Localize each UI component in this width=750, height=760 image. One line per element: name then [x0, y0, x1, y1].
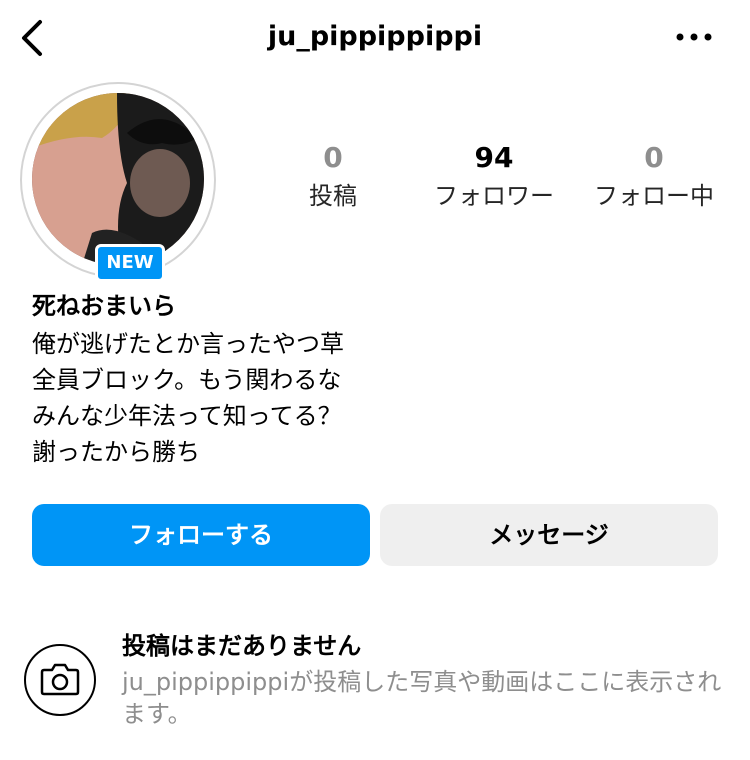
- bio-line: 全員ブロック。もう関わるな: [32, 366, 342, 394]
- stat-posts[interactable]: 0 投稿: [248, 140, 418, 212]
- stat-followers-label: フォロワー: [434, 182, 554, 210]
- stat-following-value: 0: [644, 141, 664, 174]
- camera-circle: [24, 644, 96, 716]
- empty-state-title: 投稿はまだありません: [122, 632, 362, 660]
- message-button[interactable]: メッセージ: [380, 504, 718, 566]
- display-name: 死ねおまいら: [32, 292, 176, 320]
- back-button[interactable]: [14, 16, 54, 60]
- bio-line: 謝ったから勝ち: [32, 438, 200, 466]
- stat-following-label: フォロー中: [594, 182, 714, 210]
- bio-line: 俺が逃げたとか言ったやつ草: [32, 330, 344, 358]
- more-horizontal-icon: [676, 33, 712, 41]
- chevron-left-icon: [22, 20, 42, 56]
- more-options-button[interactable]: [670, 22, 720, 52]
- stat-following[interactable]: 0 フォロー中: [569, 140, 739, 212]
- new-badge: NEW: [95, 244, 165, 282]
- empty-state-description: ju_pippippippiが投稿した写真や動画はここに表示されます。: [122, 668, 722, 728]
- profile-photo: [32, 93, 204, 265]
- avatar[interactable]: [32, 93, 204, 265]
- username-title: ju_pippippippi: [267, 21, 483, 52]
- bio-line: みんな少年法って知ってる？: [32, 402, 342, 430]
- stat-followers-value: 94: [474, 141, 514, 174]
- camera-icon: [40, 663, 80, 696]
- stat-posts-label: 投稿: [309, 182, 357, 210]
- stat-posts-value: 0: [323, 141, 343, 174]
- follow-button[interactable]: フォローする: [32, 504, 370, 566]
- profile-header: ju_pippippippi: [0, 0, 750, 76]
- bio: 俺が逃げたとか言ったやつ草 全員ブロック。もう関わるな みんな少年法って知ってる…: [32, 326, 432, 470]
- stat-followers[interactable]: 94 フォロワー: [409, 140, 579, 212]
